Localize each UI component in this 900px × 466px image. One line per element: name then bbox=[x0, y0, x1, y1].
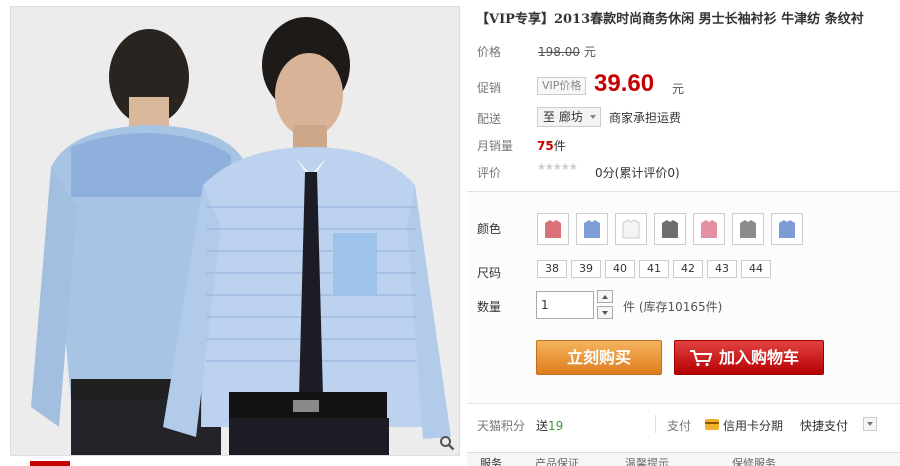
quantity-increment-button[interactable] bbox=[597, 290, 613, 303]
monthly-sales: 75件 bbox=[537, 137, 566, 154]
promo-price-unit: 元 bbox=[672, 82, 685, 96]
shirt-icon bbox=[701, 220, 717, 238]
size-option[interactable]: 42 bbox=[673, 260, 703, 278]
color-swatch-4[interactable] bbox=[654, 213, 686, 245]
shirt-icon bbox=[622, 219, 640, 239]
tab-guarantee[interactable]: 产品保证 bbox=[535, 455, 579, 466]
shipping-destination-select[interactable]: 至 廊坊 bbox=[537, 107, 601, 127]
color-swatch-1[interactable] bbox=[537, 213, 569, 245]
payment-more-button[interactable] bbox=[863, 417, 877, 431]
points-payment-row: 天猫积分 送19 支付 信用卡分期 快捷支付 bbox=[467, 413, 900, 437]
points-label: 天猫积分 bbox=[477, 419, 526, 433]
chevron-down-icon bbox=[602, 311, 608, 315]
rating-label: 评价 bbox=[477, 166, 502, 180]
buy-now-button[interactable]: 立刻购买 bbox=[536, 340, 662, 375]
size-option[interactable]: 41 bbox=[639, 260, 669, 278]
divider bbox=[655, 415, 656, 433]
monthly-sales-unit: 件 bbox=[553, 139, 566, 153]
stock-info: 件 (库存10165件) bbox=[623, 300, 723, 314]
shipping-destination-value: 至 廊坊 bbox=[543, 110, 583, 124]
chevron-down-icon bbox=[867, 422, 873, 426]
color-swatch-2[interactable] bbox=[576, 213, 608, 245]
product-photo-illustration bbox=[11, 7, 459, 455]
size-option[interactable]: 39 bbox=[571, 260, 601, 278]
price-label: 价格 bbox=[477, 45, 502, 59]
product-image[interactable] bbox=[10, 6, 460, 456]
color-swatch-5[interactable] bbox=[693, 213, 725, 245]
add-to-cart-label: 加入购物车 bbox=[719, 348, 800, 367]
shirt-icon bbox=[545, 220, 561, 238]
quantity-label: 数量 bbox=[477, 300, 502, 314]
quantity-input[interactable]: 1 bbox=[536, 291, 594, 319]
payment-label: 支付 bbox=[667, 419, 692, 433]
add-to-cart-button[interactable]: 加入购物车 bbox=[674, 340, 824, 375]
size-option[interactable]: 44 bbox=[741, 260, 771, 278]
shirt-icon bbox=[584, 220, 600, 238]
credit-card-icon bbox=[705, 419, 719, 430]
thumbnail-indicator bbox=[30, 461, 70, 466]
points-value: 送19 bbox=[536, 417, 563, 434]
size-label: 尺码 bbox=[477, 266, 502, 280]
zoom-icon[interactable] bbox=[439, 435, 455, 451]
color-swatch-3[interactable] bbox=[615, 213, 647, 245]
color-swatch-6[interactable] bbox=[732, 213, 764, 245]
color-swatch-7[interactable] bbox=[771, 213, 803, 245]
shipping-note: 商家承担运费 bbox=[609, 111, 682, 125]
shirt-icon bbox=[662, 220, 678, 238]
monthly-sales-count: 75 bbox=[537, 139, 554, 153]
promo-price-value: 39.60 bbox=[594, 70, 655, 97]
original-price-value: 198.00 bbox=[538, 45, 580, 59]
review-summary[interactable]: 0分(累计评价0) bbox=[595, 164, 680, 181]
monthly-sales-label: 月销量 bbox=[477, 139, 514, 153]
credit-installment-option[interactable]: 信用卡分期 bbox=[723, 417, 783, 434]
product-page: 【VIP专享】2013春款时尚商务休闲 男士长袖衬衫 牛津纺 条纹衬 价格 19… bbox=[0, 0, 900, 466]
cart-icon bbox=[690, 350, 713, 367]
original-price: 198.00 元 bbox=[538, 43, 596, 60]
points-prefix: 送 bbox=[536, 419, 549, 433]
quick-pay-option[interactable]: 快捷支付 bbox=[800, 417, 848, 434]
promo-label: 促销 bbox=[477, 81, 502, 95]
shirt-icon bbox=[779, 220, 795, 238]
detail-tabs bbox=[467, 452, 900, 466]
original-price-unit: 元 bbox=[583, 45, 596, 59]
color-label: 颜色 bbox=[477, 222, 502, 236]
size-option[interactable]: 38 bbox=[537, 260, 567, 278]
quantity-decrement-button[interactable] bbox=[597, 306, 613, 319]
size-option[interactable]: 43 bbox=[707, 260, 737, 278]
tab-recommend[interactable]: 温馨提示 bbox=[625, 455, 669, 466]
shirt-icon bbox=[740, 220, 756, 238]
tab-assurance[interactable]: 保修服务 bbox=[732, 455, 776, 466]
chevron-up-icon bbox=[602, 295, 608, 299]
points-amount: 19 bbox=[548, 419, 564, 433]
vip-price-tag: VIP价格 bbox=[537, 77, 587, 95]
rating-stars-icon: ★★★★★ bbox=[537, 162, 578, 173]
chevron-down-icon bbox=[590, 115, 596, 119]
product-title: 【VIP专享】2013春款时尚商务休闲 男士长袖衬衫 牛津纺 条纹衬 bbox=[476, 12, 864, 27]
shipping-label: 配送 bbox=[477, 112, 502, 126]
size-option[interactable]: 40 bbox=[605, 260, 635, 278]
tab-service[interactable]: 服务 bbox=[480, 455, 502, 466]
